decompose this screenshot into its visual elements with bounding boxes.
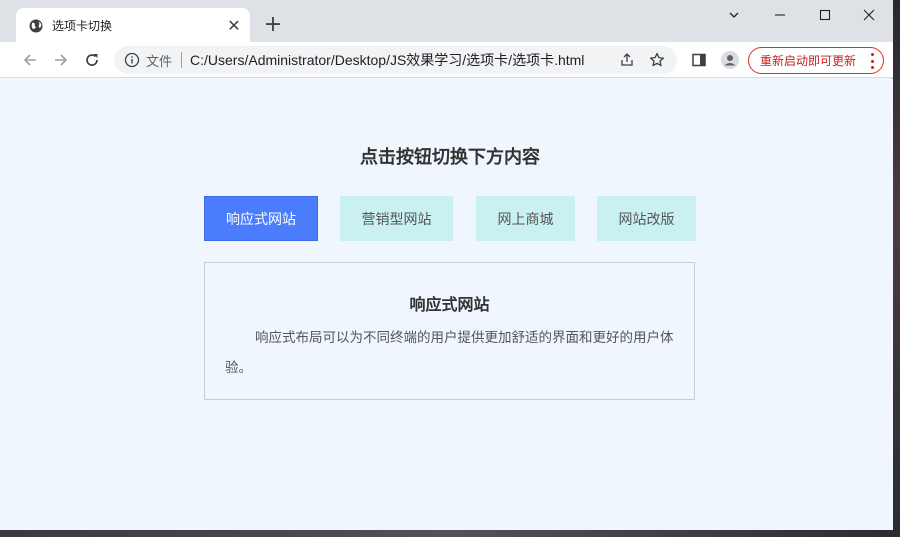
tab-title: 选项卡切换 — [52, 18, 113, 33]
share-icon[interactable] — [617, 50, 637, 70]
tab-site-redesign[interactable]: 网站改版 — [597, 196, 696, 241]
minimize-icon[interactable] — [757, 0, 803, 30]
content-text: 响应式布局可以为不同终端的用户提供更加舒适的界面和更好的用户体验。 — [225, 330, 674, 376]
kebab-menu-icon[interactable] — [870, 53, 874, 69]
info-icon[interactable] — [124, 52, 140, 68]
browser-window: 选项卡切换 ✕ + 文件 C:/Users/Administrator/Desk… — [0, 0, 893, 530]
tab-close-icon[interactable]: ✕ — [224, 15, 244, 35]
tab-buttons: 响应式网站 营销型网站 网上商城 网站改版 — [0, 196, 900, 241]
tab-search-icon[interactable] — [711, 0, 757, 30]
tab-strip: 选项卡切换 ✕ + — [0, 0, 893, 42]
reload-icon[interactable] — [80, 48, 104, 72]
desktop-background-bottom — [0, 530, 900, 537]
tab-online-mall[interactable]: 网上商城 — [476, 196, 575, 241]
desktop-background-strip — [893, 0, 900, 537]
url-text[interactable]: C:/Users/Administrator/Desktop/JS效果学习/选项… — [190, 50, 617, 70]
browser-tab[interactable]: 选项卡切换 ✕ — [16, 8, 250, 42]
tab-responsive-site[interactable]: 响应式网站 — [204, 196, 318, 241]
file-scheme-label: 文件 — [146, 54, 173, 70]
update-label: 重新启动即可更新 — [760, 54, 857, 68]
globe-icon — [29, 18, 43, 33]
content-title: 响应式网站 — [409, 295, 490, 314]
omnibox-separator — [181, 52, 183, 68]
arrow-right-icon[interactable] — [49, 48, 73, 72]
arrow-left-icon[interactable] — [18, 48, 42, 72]
browser-toolbar: 文件 C:/Users/Administrator/Desktop/JS效果学习… — [0, 42, 893, 78]
tab-content-panel: 响应式网站 响应式布局可以为不同终端的用户提供更加舒适的界面和更好的用户体验。 — [204, 262, 695, 400]
page-heading: 点击按钮切换下方内容 — [360, 147, 540, 168]
address-bar[interactable]: 文件 C:/Users/Administrator/Desktop/JS效果学习… — [114, 46, 677, 74]
profile-icon[interactable] — [718, 48, 742, 72]
side-panel-icon[interactable] — [687, 48, 711, 72]
tab-marketing-site[interactable]: 营销型网站 — [340, 196, 453, 241]
update-chrome-button[interactable]: 重新启动即可更新 — [748, 47, 884, 74]
new-tab-button[interactable]: + — [262, 14, 284, 36]
page-viewport: 点击按钮切换下方内容 响应式网站 营销型网站 网上商城 网站改版 响应式网站 响… — [0, 79, 893, 530]
close-icon[interactable] — [846, 0, 892, 30]
star-icon[interactable] — [647, 50, 667, 70]
maximize-icon[interactable] — [802, 0, 848, 30]
